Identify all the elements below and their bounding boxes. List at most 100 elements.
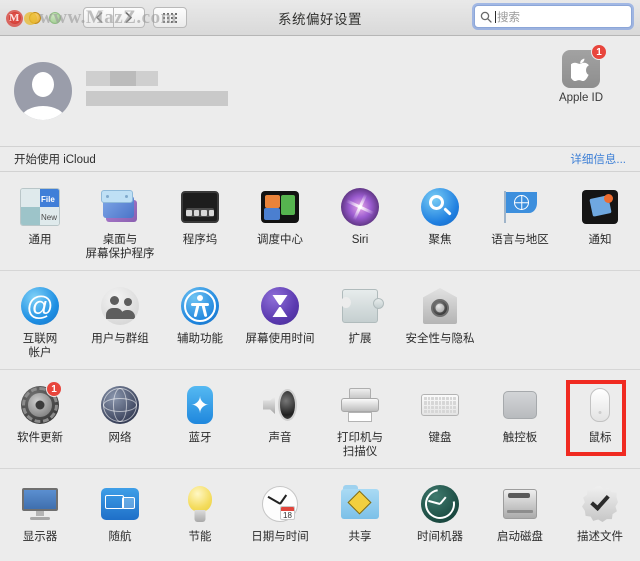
pref-pane-sound[interactable]: 声音 xyxy=(240,378,320,464)
pref-pane-security-privacy[interactable]: 安全性与隐私 xyxy=(400,279,480,365)
pref-pane-dock[interactable]: 程序坞 xyxy=(160,180,240,266)
dock-icon xyxy=(179,186,221,228)
search-input[interactable]: 搜索 xyxy=(474,5,632,28)
pref-pane-label: 通用 xyxy=(28,234,52,246)
sidecar-icon xyxy=(99,483,141,525)
pref-pane-desktop-screensaver[interactable]: 桌面与 屏幕保护程序 xyxy=(80,180,160,266)
pref-pane-mouse[interactable]: 鼠标 xyxy=(560,378,640,464)
desktop-screensaver-icon xyxy=(99,186,141,228)
close-button[interactable] xyxy=(9,11,21,24)
pref-pane-label: 节能 xyxy=(188,531,212,543)
software-update-icon: 1 xyxy=(19,381,62,426)
icloud-text: 开始使用 iCloud xyxy=(14,154,96,166)
apple-id-badge: 1 xyxy=(591,44,607,60)
apple-glyph xyxy=(571,58,589,81)
minimize-button[interactable] xyxy=(29,11,41,24)
pref-pane-displays[interactable]: 显示器 xyxy=(0,477,80,561)
startup-disk-icon xyxy=(499,483,541,525)
pref-pane-label: 聚焦 xyxy=(428,234,452,246)
preference-grid: 1 软件更新 网络 ✦ 蓝牙 声音 打印机与 扫描仪 键盘 触控板 鼠标 xyxy=(0,378,640,464)
pref-pane-siri[interactable]: Siri xyxy=(320,180,400,266)
search-field-wrapper[interactable]: 搜索 xyxy=(474,5,632,28)
displays-icon xyxy=(19,483,61,525)
pref-pane-label: 鼠标 xyxy=(588,432,612,444)
pref-pane-sharing[interactable]: 共享 xyxy=(320,477,400,561)
pref-pane-label: 用户与群组 xyxy=(91,333,149,345)
back-button[interactable] xyxy=(83,7,114,28)
pref-pane-language-region[interactable]: 语言与地区 xyxy=(480,180,560,266)
show-all-button[interactable] xyxy=(153,7,187,28)
screen-time-icon xyxy=(259,285,301,327)
mouse-icon xyxy=(579,384,621,426)
pref-pane-label: 安全性与隐私 xyxy=(405,333,475,345)
navigation-buttons xyxy=(83,7,145,28)
pref-pane-label: 打印机与 扫描仪 xyxy=(337,432,383,458)
traffic-lights xyxy=(9,11,61,24)
pref-pane-time-machine[interactable]: 时间机器 xyxy=(400,477,480,561)
pref-pane-label: 共享 xyxy=(348,531,372,543)
pref-pane-internet-accounts[interactable]: @ 互联网 帐户 xyxy=(0,279,80,365)
pref-pane-accessibility[interactable]: 辅助功能 xyxy=(160,279,240,365)
system-row: 显示器 随航 节能 18 日期与时间 共享 时间机器 启动磁盘 描述文件 xyxy=(0,468,640,561)
pref-pane-label: 启动磁盘 xyxy=(497,531,543,543)
pref-pane-startup-disk[interactable]: 启动磁盘 xyxy=(480,477,560,561)
pref-pane-label: 调度中心 xyxy=(257,234,303,246)
pref-pane-notifications[interactable]: 通知 xyxy=(560,180,640,266)
notifications-icon xyxy=(579,186,621,228)
forward-button[interactable] xyxy=(114,7,145,28)
pref-pane-trackpad[interactable]: 触控板 xyxy=(480,378,560,464)
pref-pane-mission-control[interactable]: 调度中心 xyxy=(240,180,320,266)
pref-pane-label: 蓝牙 xyxy=(188,432,212,444)
personal-row-1: FileNewOpe 通用 桌面与 屏幕保护程序 程序坞 调度中心 Siri 聚焦 语言与地区… xyxy=(0,172,640,270)
pref-pane-profiles[interactable]: 描述文件 xyxy=(560,477,640,561)
accessibility-icon xyxy=(179,285,221,327)
pref-pane-network[interactable]: 网络 xyxy=(80,378,160,464)
security-privacy-icon xyxy=(419,285,461,327)
pref-pane-label: 声音 xyxy=(268,432,292,444)
extensions-icon xyxy=(339,285,384,327)
notification-badge: 1 xyxy=(46,381,62,397)
pref-pane-bluetooth[interactable]: ✦ 蓝牙 xyxy=(160,378,240,464)
pref-pane-date-time[interactable]: 18 日期与时间 xyxy=(240,477,320,561)
pref-pane-software-update[interactable]: 1 软件更新 xyxy=(0,378,80,464)
pref-pane-label: 随航 xyxy=(108,531,132,543)
general-icon: FileNewOpe xyxy=(19,186,61,228)
pref-pane-label: 日期与时间 xyxy=(251,531,309,543)
avatar[interactable] xyxy=(14,62,72,120)
profiles-icon xyxy=(579,483,621,525)
pref-pane-label: Siri xyxy=(351,234,369,246)
energy-saver-icon xyxy=(179,483,221,525)
pref-pane-printers-scanners[interactable]: 打印机与 扫描仪 xyxy=(320,378,400,464)
search-icon xyxy=(480,11,492,23)
sharing-icon xyxy=(339,483,381,525)
pref-pane-label: 网络 xyxy=(108,432,132,444)
pref-pane-label: 触控板 xyxy=(502,432,538,444)
calendar-day: 18 xyxy=(283,511,292,520)
pref-pane-general[interactable]: FileNewOpe 通用 xyxy=(0,180,80,266)
preference-grid: FileNewOpe 通用 桌面与 屏幕保护程序 程序坞 调度中心 Siri 聚焦 语言与地区… xyxy=(0,180,640,266)
preference-grid: @ 互联网 帐户 用户与群组 辅助功能 屏幕使用时间 扩展 安全性与隐私 xyxy=(0,279,640,365)
date-time-icon: 18 xyxy=(259,483,301,525)
mission-control-icon xyxy=(259,186,301,228)
pref-pane-energy-saver[interactable]: 节能 xyxy=(160,477,240,561)
pref-pane-label: 程序坞 xyxy=(182,234,218,246)
pref-pane-spotlight[interactable]: 聚焦 xyxy=(400,180,480,266)
pref-pane-users-groups[interactable]: 用户与群组 xyxy=(80,279,160,365)
keyboard-icon xyxy=(419,384,461,426)
text-caret xyxy=(495,10,496,23)
account-banner: 1 Apple ID xyxy=(0,36,640,146)
icloud-details-link[interactable]: 详细信息... xyxy=(570,151,626,167)
pref-pane-label: 互联网 帐户 xyxy=(22,333,58,359)
pref-pane-label: 屏幕使用时间 xyxy=(245,333,315,345)
avatar-head xyxy=(32,72,54,97)
siri-icon xyxy=(339,186,381,228)
pref-pane-keyboard[interactable]: 键盘 xyxy=(400,378,480,464)
zoom-button[interactable] xyxy=(49,11,61,24)
grid-icon xyxy=(163,12,177,23)
pref-pane-screen-time[interactable]: 屏幕使用时间 xyxy=(240,279,320,365)
pref-pane-sidecar[interactable]: 随航 xyxy=(80,477,160,561)
apple-id-label: Apple ID xyxy=(558,92,604,104)
apple-id-button[interactable]: 1 Apple ID xyxy=(544,44,618,104)
pref-pane-extensions[interactable]: 扩展 xyxy=(320,279,400,365)
pref-pane-label: 描述文件 xyxy=(577,531,623,543)
